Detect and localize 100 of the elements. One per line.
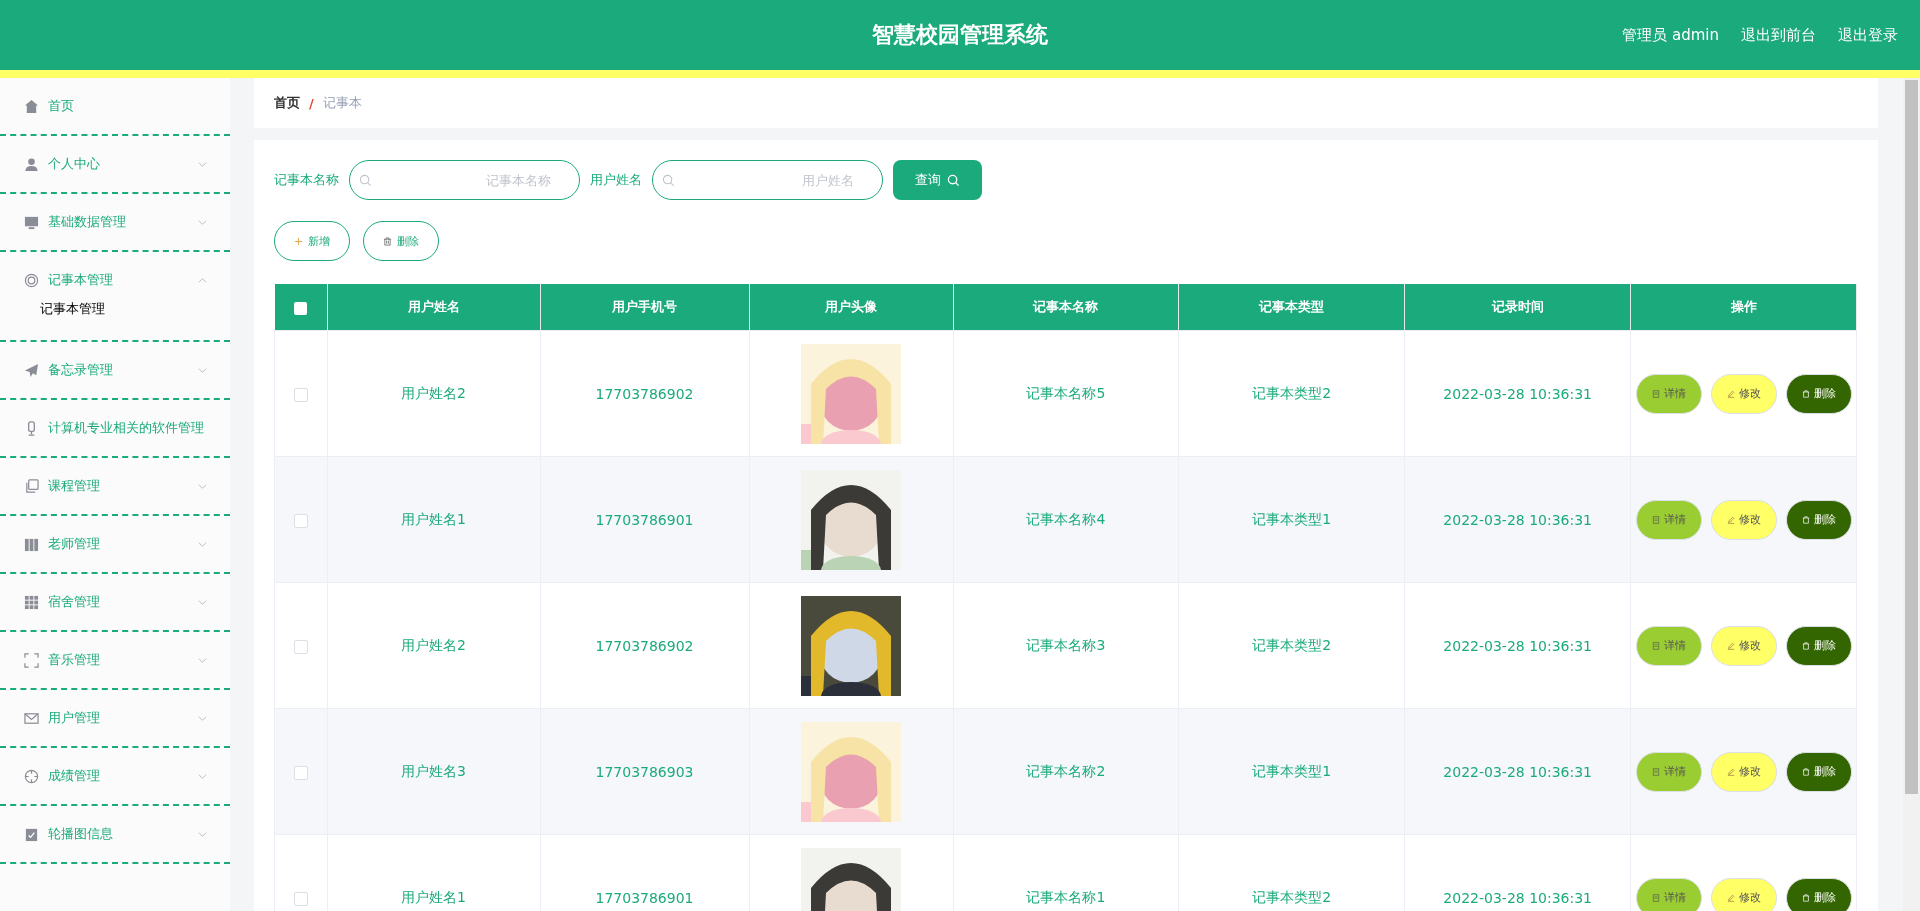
table-cell: 记事本名称5	[953, 330, 1179, 457]
column-header: 操作	[1630, 284, 1857, 331]
edit-button[interactable]: 修改	[1710, 751, 1777, 792]
column-header: 记事本名称	[953, 284, 1179, 331]
table-cell: 用户姓名2	[327, 582, 540, 709]
column-header: 用户手机号	[540, 284, 749, 331]
trash-icon	[1801, 515, 1810, 524]
column-header: 用户头像	[749, 284, 953, 331]
monitor-icon	[24, 214, 39, 230]
trash-icon	[1801, 641, 1810, 650]
table-cell: 用户姓名3	[327, 708, 540, 835]
ring-icon	[24, 272, 39, 288]
field-label: 用户姓名	[590, 171, 642, 189]
row-checkbox[interactable]	[293, 639, 308, 654]
menu-item[interactable]: 基础数据管理	[0, 194, 230, 250]
header-link[interactable]: 退出到前台	[1741, 25, 1816, 45]
menu-item[interactable]: 宿舍管理	[0, 574, 230, 630]
detail-button[interactable]: 详情	[1635, 499, 1702, 540]
trash-icon	[1801, 893, 1810, 902]
delete-button[interactable]: 删除	[1785, 877, 1852, 911]
crosshair-icon	[24, 768, 39, 784]
table-cell: 记事本名称3	[953, 582, 1179, 709]
add-button[interactable]: 新增	[274, 221, 350, 261]
frame-icon	[24, 652, 39, 668]
detail-button[interactable]: 详情	[1635, 877, 1702, 911]
header-link[interactable]: 退出登录	[1838, 25, 1898, 45]
table-cell: 17703786901	[540, 456, 749, 583]
column-header: 记事本类型	[1178, 284, 1405, 331]
table-cell: 记事本类型1	[1178, 708, 1405, 835]
mail-icon	[24, 710, 39, 726]
select-all-checkbox[interactable]	[294, 301, 307, 315]
edit-button[interactable]: 修改	[1710, 877, 1777, 911]
delete-button[interactable]: 删除	[1785, 499, 1852, 540]
menu-item[interactable]: 成绩管理	[0, 748, 230, 804]
pencil-icon	[1726, 515, 1735, 524]
menu-item[interactable]: 老师管理	[0, 516, 230, 572]
field-label: 记事本名称	[274, 171, 339, 189]
table-cell: 用户姓名2	[327, 330, 540, 457]
query-button[interactable]: 查询	[893, 160, 982, 200]
row-checkbox[interactable]	[293, 513, 308, 528]
table-cell: 记事本类型2	[1178, 330, 1405, 457]
menu-item[interactable]: 个人中心	[0, 136, 230, 192]
trash-icon	[1801, 767, 1810, 776]
menu-item[interactable]: 音乐管理	[0, 632, 230, 688]
delete-button[interactable]: 删除	[363, 221, 439, 261]
search-icon	[947, 173, 960, 187]
person-icon	[24, 156, 39, 172]
document-icon	[1651, 893, 1660, 902]
home-icon	[24, 98, 39, 114]
app-title: 智慧校园管理系统	[872, 21, 1048, 49]
scrollbar[interactable]	[1903, 78, 1920, 911]
user-label: 管理员 admin	[1622, 25, 1719, 45]
trash-icon	[383, 236, 392, 246]
search-icon	[359, 174, 372, 187]
pencil-icon	[1726, 389, 1735, 398]
row-checkbox[interactable]	[293, 765, 308, 780]
column-header: 记录时间	[1404, 284, 1631, 331]
search-field[interactable]: 记事本名称	[349, 160, 580, 200]
document-icon	[1651, 767, 1660, 776]
table-cell: 2022-03-28 10:36:31	[1404, 708, 1631, 835]
table-cell: 记事本名称4	[953, 456, 1179, 583]
table-cell: 用户姓名1	[327, 456, 540, 583]
breadcrumb-item[interactable]: 首页	[274, 94, 300, 112]
edit-button[interactable]: 修改	[1710, 499, 1777, 540]
menu-item[interactable]: 计算机专业相关的软件管理	[0, 400, 230, 456]
breadcrumb-separator: /	[309, 95, 314, 111]
search-field[interactable]: 用户姓名	[652, 160, 883, 200]
column-header: 用户姓名	[327, 284, 540, 331]
menu-item[interactable]: 课程管理	[0, 458, 230, 514]
menu-item[interactable]: 首页	[0, 78, 230, 134]
table-cell: 2022-03-28 10:36:31	[1404, 330, 1631, 457]
detail-button[interactable]: 详情	[1635, 625, 1702, 666]
detail-button[interactable]: 详情	[1635, 373, 1702, 414]
pencil-icon	[1726, 641, 1735, 650]
menu-item[interactable]: 备忘录管理	[0, 342, 230, 398]
table-cell: 2022-03-28 10:36:31	[1404, 456, 1631, 583]
edit-button[interactable]: 修改	[1710, 625, 1777, 666]
submenu-item[interactable]: 记事本管理	[0, 300, 230, 340]
delete-button[interactable]: 删除	[1785, 751, 1852, 792]
document-icon	[1651, 389, 1660, 398]
delete-button[interactable]: 删除	[1785, 625, 1852, 666]
copy-icon	[24, 478, 39, 494]
trash-icon	[1801, 389, 1810, 398]
pencil-icon	[1726, 893, 1735, 902]
table-cell: 17703786903	[540, 708, 749, 835]
row-checkbox[interactable]	[293, 387, 308, 402]
delete-button[interactable]: 删除	[1785, 373, 1852, 414]
row-checkbox[interactable]	[293, 891, 308, 906]
document-icon	[1651, 515, 1660, 524]
search-icon	[662, 174, 675, 187]
table-cell: 17703786902	[540, 582, 749, 709]
menu-item[interactable]: 用户管理	[0, 690, 230, 746]
detail-button[interactable]: 详情	[1635, 751, 1702, 792]
table-cell: 17703786902	[540, 330, 749, 457]
books-icon	[24, 536, 39, 552]
plus-icon	[294, 236, 303, 246]
grid-icon	[24, 594, 39, 610]
menu-item[interactable]: 轮播图信息	[0, 806, 230, 862]
edit-button[interactable]: 修改	[1710, 373, 1777, 414]
table-cell: 记事本名称2	[953, 708, 1179, 835]
